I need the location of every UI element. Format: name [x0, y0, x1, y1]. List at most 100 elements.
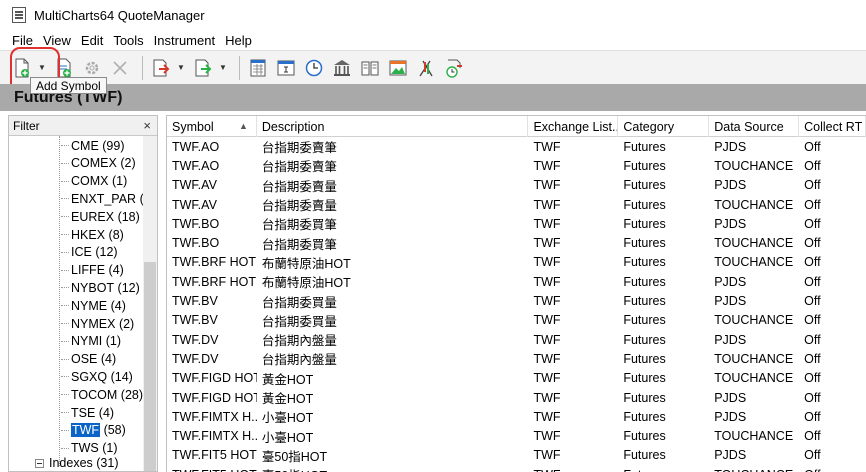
table-row[interactable]: TWF.FIT5 HOT 臺50指HOT TWF Futures PJDS Off — [167, 446, 866, 465]
close-icon[interactable]: × — [143, 118, 151, 133]
cell-description: 台指期委賣筆 — [261, 141, 337, 156]
tree-item-nybot[interactable]: NYBOT (12) — [61, 278, 140, 297]
add-symbol-button[interactable] — [10, 56, 34, 80]
cell-category: Futures — [623, 409, 666, 424]
chart-button[interactable] — [386, 56, 410, 80]
column-header-description[interactable]: Description — [257, 116, 529, 137]
column-header-category[interactable]: Category — [618, 116, 710, 137]
tree-item-nyme[interactable]: NYME (4) — [61, 296, 126, 315]
import-button[interactable] — [149, 56, 173, 80]
tree-item-twf[interactable]: TWF (58) — [61, 421, 126, 440]
cell-description: 臺50指HOT — [261, 449, 328, 464]
scrollbar-thumb[interactable] — [144, 262, 156, 471]
table-row[interactable]: TWF.FIGD HOT 黃金HOT TWF Futures PJDS Off — [167, 388, 866, 407]
column-header-collect-rt[interactable]: Collect RT D — [799, 116, 866, 137]
table-row[interactable]: TWF.FIT5 HOT臺50指HOTTWFFuturesTOUCHANCEOf… — [167, 465, 866, 472]
spreadsheet-icon — [250, 59, 266, 76]
table-row[interactable]: TWF.AO 台指期委賣筆 TWF Futures PJDS Off — [167, 137, 866, 156]
tree-scrollbar[interactable] — [143, 136, 157, 471]
tree-item-count: (18) — [117, 209, 140, 224]
cell-description: 台指期委賣量 — [261, 199, 337, 214]
cell-exchange: TWF — [533, 371, 561, 386]
menu-help[interactable]: Help — [225, 33, 252, 48]
schedule-button[interactable] — [442, 56, 466, 80]
table-row[interactable]: TWF.FIMTX H... 小臺HOT TWF Futures TOUCHANCE Of… — [167, 426, 866, 445]
tree-item-enxt-par[interactable]: ENXT_PAR (2 — [61, 189, 151, 208]
cell-symbol: TWF.BRF HOT — [172, 274, 257, 289]
table-row[interactable]: TWF.AV 台指期委賣量 TWF Futures PJDS Off — [167, 176, 866, 195]
tree-item-ose[interactable]: OSE (4) — [61, 350, 116, 369]
table-row[interactable]: TWF.BRF HOT 布蘭特原油HOT TWF Futures PJDS Off — [167, 272, 866, 291]
book-button[interactable] — [358, 56, 382, 80]
menu-file[interactable]: File — [12, 33, 33, 48]
cell-data-source: PJDS — [714, 274, 747, 289]
table-row[interactable]: TWF.BRF HOT 布蘭特原油HOT TWF Futures TOUCHANCE Of… — [167, 253, 866, 272]
column-header-symbol[interactable]: Symbol ▲ — [167, 116, 257, 137]
table-row[interactable]: TWF.BO 台指期委買筆 TWF Futures TOUCHANCE Off — [167, 233, 866, 252]
tree-item-count: (1) — [111, 174, 128, 189]
import-data-icon — [153, 59, 170, 76]
tree-item-eurex[interactable]: EUREX (18) — [61, 207, 140, 226]
tooltip: Add Symbol — [30, 77, 107, 94]
export-button[interactable] — [191, 56, 215, 80]
tree-item-ice[interactable]: ICE (12) — [61, 243, 118, 262]
table-row[interactable]: TWF.DV 台指期內盤量 TWF Futures PJDS Off — [167, 330, 866, 349]
table-row[interactable]: TWF.BV 台指期委買量 TWF Futures TOUCHANCE Off — [167, 311, 866, 330]
new-document-add-icon — [15, 58, 29, 77]
column-header-data-source[interactable]: Data Source — [709, 116, 800, 137]
clock-import-icon — [446, 59, 462, 78]
delete-button[interactable] — [108, 56, 132, 80]
settings-button[interactable] — [80, 56, 104, 80]
tree-item-sgxq[interactable]: SGXQ (14) — [61, 367, 133, 386]
menu-view[interactable]: View — [43, 33, 71, 48]
menu-edit[interactable]: Edit — [81, 33, 103, 48]
cell-symbol: TWF.AO — [172, 158, 220, 173]
add-symbol-dropdown[interactable]: ▼ — [38, 63, 46, 72]
tree-group-indexes[interactable]: Indexes (31) — [35, 456, 118, 470]
time-zone-button[interactable] — [302, 56, 326, 80]
column-header-exchange-list[interactable]: Exchange List... — [528, 116, 619, 137]
sessions-button[interactable] — [274, 56, 298, 80]
tree-item-liffe[interactable]: LIFFE (4) — [61, 261, 124, 280]
tree-item-tocom[interactable]: TOCOM (28) — [61, 385, 143, 404]
tree-item-count: (4) — [110, 298, 126, 313]
tree-item-code: NYMEX — [71, 316, 116, 331]
cell-symbol: TWF.DV — [172, 351, 219, 366]
tree-item-nymex[interactable]: NYMEX (2) — [61, 314, 134, 333]
menu-instrument[interactable]: Instrument — [154, 33, 215, 48]
cell-description: 小臺HOT — [261, 430, 314, 445]
collapse-icon[interactable] — [35, 458, 44, 468]
table-row[interactable]: TWF.FIGD HOT 黃金HOT TWF Futures TOUCHANCE Off — [167, 369, 866, 388]
table-row[interactable]: TWF.FIMTX H... 小臺HOT TWF Futures PJDS Off — [167, 407, 866, 426]
cell-category: Futures — [623, 197, 666, 212]
book-icon — [361, 61, 379, 75]
tree-item-tws[interactable]: TWS (1) — [61, 439, 118, 458]
tree-item-nymi[interactable]: NYMI (1) — [61, 332, 121, 351]
tree-item-comex[interactable]: COMEX (2) — [61, 154, 136, 173]
table-row[interactable]: TWF.DV 台指期內盤量 TWF Futures TOUCHANCE Off — [167, 349, 866, 368]
cell-description: 小臺HOT — [261, 411, 314, 426]
edit-data-button[interactable] — [246, 56, 270, 80]
tree-item-code: ICE — [71, 245, 92, 260]
cell-collect-rt: Off — [804, 255, 821, 270]
exchange-button[interactable] — [330, 56, 354, 80]
table-row[interactable]: TWF.BO 台指期委買筆 TWF Futures PJDS Off — [167, 214, 866, 233]
tree-item-comx[interactable]: COMX (1) — [61, 172, 127, 191]
grid-header: Symbol ▲ Description Exchange List... Cat… — [167, 116, 866, 137]
export-dropdown[interactable]: ▼ — [219, 63, 227, 72]
cell-symbol: TWF.BRF HOT — [172, 255, 257, 270]
table-row[interactable]: TWF.BV 台指期委買量 TWF Futures PJDS Off — [167, 291, 866, 310]
tree-item-hkex[interactable]: HKEX (8) — [61, 225, 124, 244]
tree-item-code: OSE — [71, 352, 98, 367]
table-row[interactable]: TWF.AO 台指期委賣筆 TWF Futures TOUCHANCE Off — [167, 156, 866, 175]
menu-tools[interactable]: Tools — [113, 33, 143, 48]
import-dropdown[interactable]: ▼ — [177, 63, 185, 72]
tree-item-tse[interactable]: TSE (4) — [61, 403, 114, 422]
split-button[interactable] — [414, 56, 438, 80]
add-symbol-from-list-button[interactable] — [52, 56, 76, 80]
table-row[interactable]: TWF.AV 台指期委賣量 TWF Futures TOUCHANCE Off — [167, 195, 866, 214]
cell-symbol: TWF.FIT5 HOT — [167, 465, 257, 472]
cell-description: 台指期委買量 — [261, 295, 337, 310]
cell-collect-rt: Off — [804, 313, 821, 328]
tree-item-cme[interactable]: CME (99) — [61, 136, 125, 155]
